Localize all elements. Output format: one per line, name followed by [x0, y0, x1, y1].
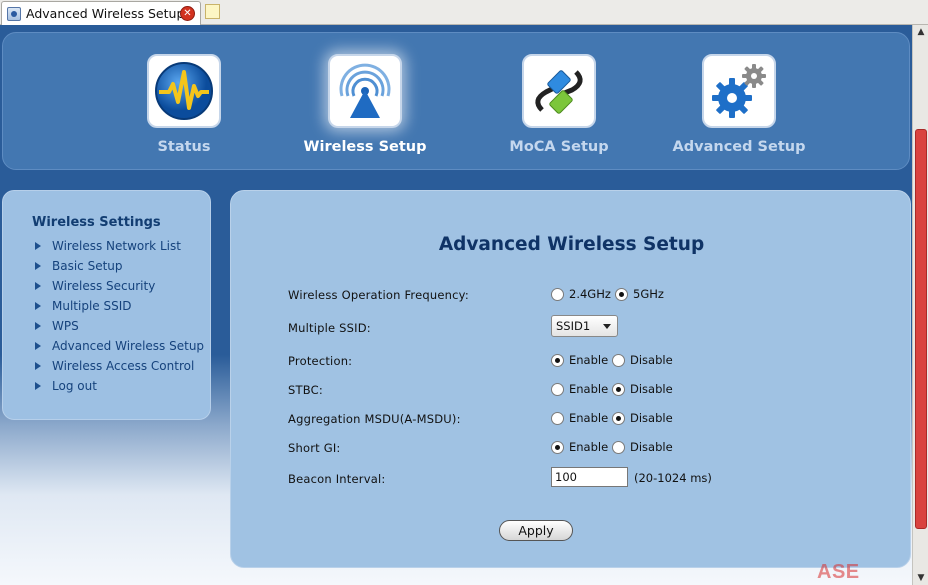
nav-label-wireless-setup: Wireless Setup — [303, 139, 427, 155]
nav-advanced-setup[interactable]: Advanced Setup — [654, 33, 824, 171]
new-tab-icon[interactable] — [205, 4, 220, 19]
sidebar-item-label: Basic Setup — [52, 259, 123, 273]
frequency-5ghz-radio[interactable]: 5GHz — [615, 287, 664, 301]
stbc-disable-radio[interactable]: Disable — [612, 382, 673, 396]
stbc-enable-radio[interactable]: Enable — [551, 382, 608, 396]
triangle-bullet-icon — [35, 322, 41, 330]
triangle-bullet-icon — [35, 262, 41, 270]
sidebar-item-label: Log out — [52, 379, 97, 393]
protection-disable-radio[interactable]: Disable — [612, 353, 673, 367]
triangle-bullet-icon — [35, 242, 41, 250]
settings-panel: Advanced Wireless Setup Wireless Operati… — [230, 190, 911, 568]
radio-circle — [551, 440, 564, 454]
radio-label: 2.4GHz — [569, 287, 611, 301]
radio-label: Disable — [630, 353, 673, 367]
radio-circle — [612, 353, 625, 367]
multiple-ssid-label: Multiple SSID: — [288, 321, 371, 335]
nav-label-advanced-setup: Advanced Setup — [672, 139, 806, 155]
nav-moca-setup[interactable]: MoCA Setup — [474, 33, 644, 171]
sidebar-item-label: Wireless Access Control — [52, 359, 195, 373]
sidebar: Wireless Settings Wireless Network List … — [2, 190, 211, 420]
browser-tab[interactable]: Advanced Wireless Setup ✕ — [1, 1, 201, 25]
vertical-scrollbar[interactable]: ▲ ▼ — [912, 25, 928, 585]
amsdu-label: Aggregation MSDU(A-MSDU): — [288, 412, 461, 426]
radio-label: Disable — [630, 382, 673, 396]
watermark-logo: ASE Labs — [817, 561, 865, 585]
amsdu-enable-radio[interactable]: Enable — [551, 411, 608, 425]
beacon-interval-label: Beacon Interval: — [288, 472, 386, 486]
triangle-bullet-icon — [35, 302, 41, 310]
short-gi-enable-radio[interactable]: Enable — [551, 440, 608, 454]
radio-label: Enable — [569, 440, 609, 454]
scroll-up-icon[interactable]: ▲ — [914, 25, 928, 39]
radio-circle — [551, 287, 564, 301]
wireless-signal-icon — [328, 54, 402, 128]
apply-button[interactable]: Apply — [499, 520, 573, 541]
triangle-bullet-icon — [35, 282, 41, 290]
sidebar-item-wps[interactable]: WPS — [32, 316, 204, 336]
triangle-bullet-icon — [35, 382, 41, 390]
short-gi-label: Short GI: — [288, 441, 341, 455]
protection-label: Protection: — [288, 354, 353, 368]
waveform-icon — [147, 54, 221, 128]
radio-circle — [615, 287, 628, 301]
sidebar-item-wireless-access-control[interactable]: Wireless Access Control — [32, 356, 204, 376]
tab-title: Advanced Wireless Setup — [26, 6, 185, 21]
sidebar-item-wireless-security[interactable]: Wireless Security — [32, 276, 204, 296]
radio-circle — [551, 353, 564, 367]
amsdu-disable-radio[interactable]: Disable — [612, 411, 673, 425]
frequency-2-4ghz-radio[interactable]: 2.4GHz — [551, 287, 611, 301]
radio-circle — [612, 411, 625, 425]
sidebar-item-label: WPS — [52, 319, 79, 333]
radio-label: Enable — [569, 411, 609, 425]
top-navigation: Status Wireless Setup MoCA Setup Advance… — [2, 32, 910, 170]
radio-circle — [551, 411, 564, 425]
sidebar-item-advanced-wireless-setup[interactable]: Advanced Wireless Setup — [32, 336, 204, 356]
cable-connector-icon — [522, 54, 596, 128]
frequency-label: Wireless Operation Frequency: — [288, 288, 469, 302]
sidebar-item-log-out[interactable]: Log out — [32, 376, 204, 396]
short-gi-disable-radio[interactable]: Disable — [612, 440, 673, 454]
ssid-select[interactable]: SSID1 — [551, 315, 618, 337]
scrollbar-thumb[interactable] — [915, 129, 927, 529]
radio-label: Disable — [630, 411, 673, 425]
radio-label: Enable — [569, 382, 609, 396]
sidebar-item-basic-setup[interactable]: Basic Setup — [32, 256, 204, 276]
triangle-bullet-icon — [35, 342, 41, 350]
gears-icon — [702, 54, 776, 128]
radio-circle — [612, 382, 625, 396]
radio-label: 5GHz — [633, 287, 664, 301]
protection-enable-radio[interactable]: Enable — [551, 353, 608, 367]
sidebar-menu: Wireless Network List Basic Setup Wirele… — [32, 236, 204, 396]
beacon-interval-input[interactable]: 100 — [551, 467, 628, 487]
sidebar-item-multiple-ssid[interactable]: Multiple SSID — [32, 296, 204, 316]
sidebar-item-label: Wireless Network List — [52, 239, 181, 253]
page-favicon-icon — [7, 6, 21, 21]
radio-circle — [551, 382, 564, 396]
stbc-label: STBC: — [288, 383, 323, 397]
close-tab-icon[interactable]: ✕ — [180, 6, 195, 21]
nav-label-moca-setup: MoCA Setup — [509, 139, 609, 155]
ssid-select-value: SSID1 — [556, 319, 591, 333]
browser-tab-strip: Advanced Wireless Setup ✕ — [0, 0, 928, 25]
scroll-down-icon[interactable]: ▼ — [914, 571, 928, 585]
radio-circle — [612, 440, 625, 454]
sidebar-item-wireless-network-list[interactable]: Wireless Network List — [32, 236, 204, 256]
triangle-bullet-icon — [35, 362, 41, 370]
nav-status[interactable]: Status — [99, 33, 269, 171]
router-page: Status Wireless Setup MoCA Setup Advance… — [0, 25, 912, 585]
nav-label-status: Status — [157, 139, 211, 155]
radio-label: Enable — [569, 353, 609, 367]
sidebar-item-label: Advanced Wireless Setup — [52, 339, 205, 353]
chevron-down-icon — [603, 324, 611, 329]
page-title: Advanced Wireless Setup — [438, 234, 705, 255]
sidebar-title: Wireless Settings — [32, 215, 161, 230]
beacon-interval-hint: (20-1024 ms) — [634, 471, 712, 485]
sidebar-item-label: Multiple SSID — [52, 299, 132, 313]
nav-wireless-setup[interactable]: Wireless Setup — [280, 33, 450, 171]
sidebar-item-label: Wireless Security — [52, 279, 156, 293]
radio-label: Disable — [630, 440, 673, 454]
